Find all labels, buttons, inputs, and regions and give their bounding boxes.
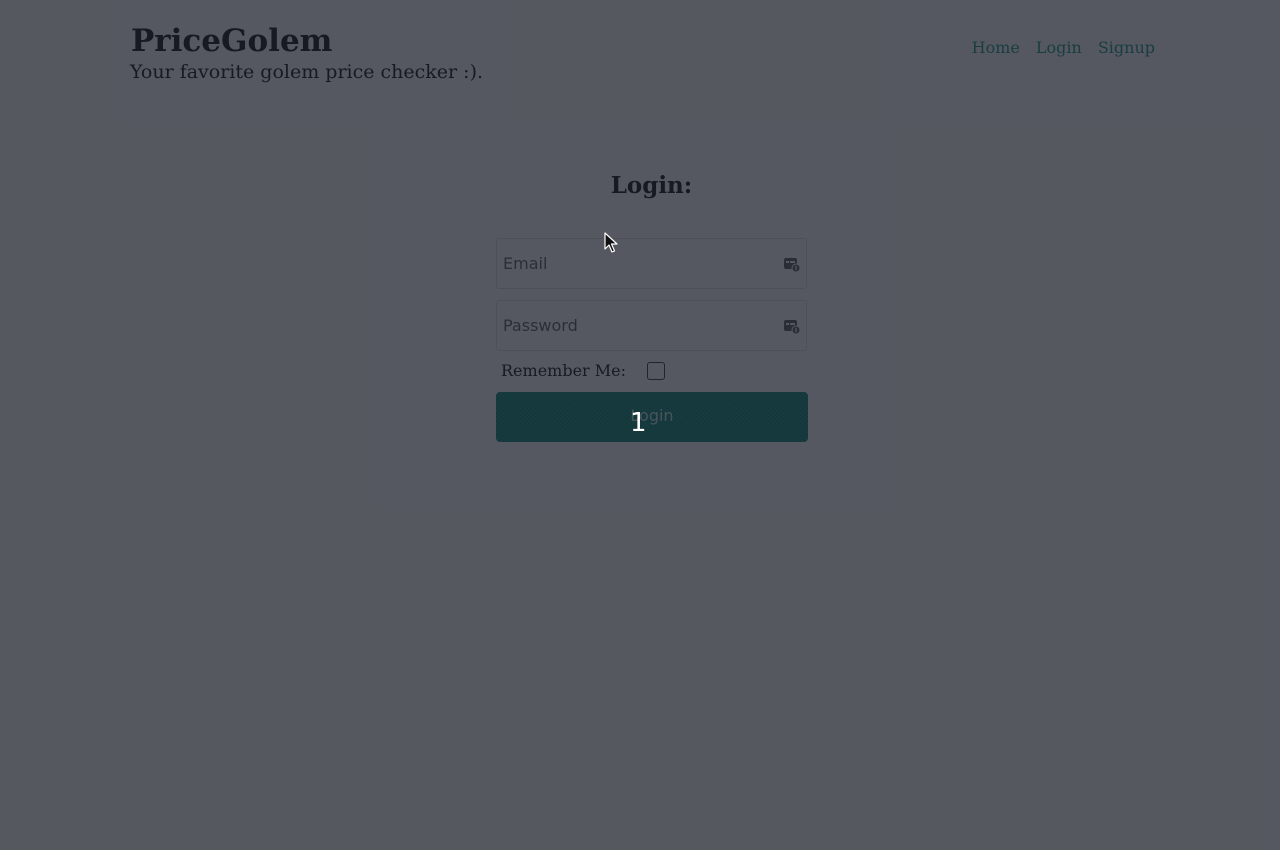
site-title: PriceGolem <box>131 23 333 59</box>
site-tagline: Your favorite golem price checker :). <box>130 61 484 83</box>
login-submit-label: Login <box>630 406 674 425</box>
login-submit-button[interactable]: Login <box>496 392 808 442</box>
nav-link-signup[interactable]: Signup <box>1098 38 1155 57</box>
email-field-wrapper <box>496 238 807 289</box>
page: PriceGolem Your favorite golem price che… <box>0 0 1280 850</box>
remember-me-row: Remember Me: <box>501 361 666 380</box>
brand: PriceGolem Your favorite golem price che… <box>130 22 484 84</box>
login-heading: Login: <box>610 172 693 199</box>
email-input[interactable] <box>497 239 806 288</box>
password-input[interactable] <box>497 301 806 350</box>
top-nav: Home Login Signup <box>972 38 1155 57</box>
remember-me-checkbox[interactable] <box>647 361 666 380</box>
password-manager-icon[interactable] <box>784 256 800 272</box>
password-manager-icon[interactable] <box>784 318 800 334</box>
login-form: Remember Me: Login <box>481 223 821 457</box>
remember-me-label: Remember Me: <box>501 361 627 380</box>
nav-link-login[interactable]: Login <box>1036 38 1082 57</box>
nav-link-home[interactable]: Home <box>972 38 1020 57</box>
password-field-wrapper <box>496 300 807 351</box>
